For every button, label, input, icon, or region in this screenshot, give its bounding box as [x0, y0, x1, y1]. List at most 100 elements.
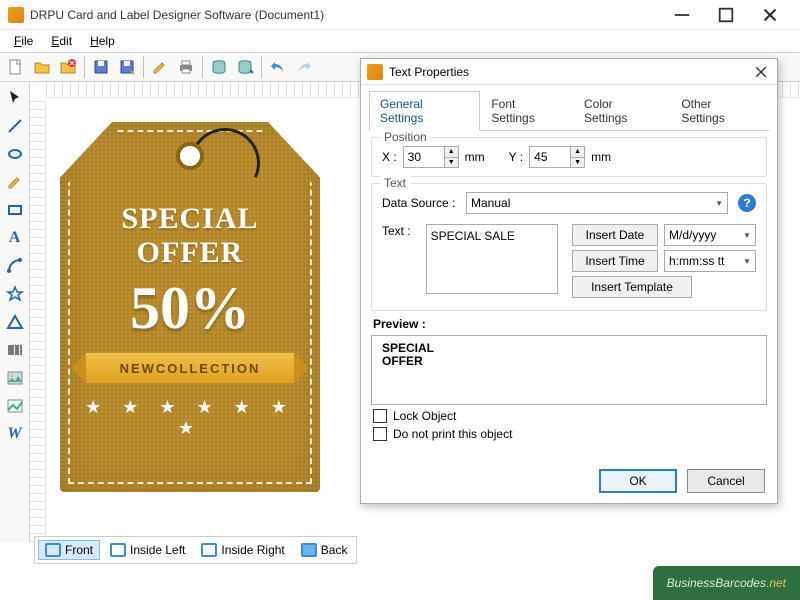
lock-object-checkbox[interactable] [373, 409, 387, 423]
dialog-title: Text Properties [389, 65, 751, 79]
y-down-icon[interactable]: ▼ [571, 158, 584, 168]
label-banner: NEWCOLLECTION [85, 353, 295, 383]
page-icon [301, 543, 317, 557]
redo-icon[interactable] [292, 55, 316, 79]
chevron-down-icon: ▼ [715, 199, 723, 208]
help-icon[interactable]: ? [738, 194, 756, 212]
image-tool-icon[interactable] [3, 366, 27, 390]
preview-line1: SPECIAL [382, 342, 756, 355]
titlebar: DRPU Card and Label Designer Software (D… [0, 0, 800, 30]
x-unit: mm [465, 150, 485, 164]
y-input[interactable] [530, 147, 570, 167]
cancel-button[interactable]: Cancel [687, 469, 765, 493]
y-label: Y : [509, 150, 523, 164]
insert-time-button[interactable]: Insert Time [572, 250, 658, 272]
page-tabs: Front Inside Left Inside Right Back [34, 536, 357, 564]
save-as-icon[interactable] [115, 55, 139, 79]
star-tool-icon[interactable] [3, 282, 27, 306]
watermark: BusinessBarcodes.net [653, 566, 800, 600]
page-tab-inside-left[interactable]: Inside Left [104, 541, 191, 559]
page-tab-back[interactable]: Back [295, 541, 354, 559]
close-button[interactable] [748, 1, 792, 29]
position-group-label: Position [380, 130, 431, 144]
barcode-tool-icon[interactable] [3, 338, 27, 362]
edit-icon[interactable] [148, 55, 172, 79]
text-group: Text Data Source : Manual ▼ ? Text : Ins… [371, 183, 767, 311]
tag-hole-graphic [176, 142, 204, 170]
date-format-select[interactable]: M/d/yyyy▼ [664, 224, 756, 246]
x-input[interactable] [404, 147, 444, 167]
page-tab-front[interactable]: Front [38, 540, 100, 560]
menubar: File Edit Help [0, 30, 800, 52]
watermark-brand: BusinessBarcodes [667, 576, 766, 590]
app-icon [8, 7, 24, 23]
rectangle-tool-icon[interactable] [3, 198, 27, 222]
position-group: Position X : ▲▼ mm Y : ▲▼ mm [371, 137, 767, 177]
x-up-icon[interactable]: ▲ [445, 147, 458, 158]
y-unit: mm [591, 150, 611, 164]
do-not-print-checkbox[interactable] [373, 427, 387, 441]
menu-edit[interactable]: Edit [43, 32, 80, 50]
undo-icon[interactable] [266, 55, 290, 79]
tab-general-settings[interactable]: General Settings [369, 91, 480, 131]
text-tool-icon[interactable]: A [3, 226, 27, 250]
data-source-value: Manual [471, 196, 510, 210]
x-down-icon[interactable]: ▼ [445, 158, 458, 168]
dialog-close-button[interactable] [751, 62, 771, 82]
label-percent: 50% [72, 274, 308, 343]
do-not-print-label: Do not print this object [393, 427, 512, 441]
dialog-icon [367, 64, 383, 80]
minimize-button[interactable] [660, 1, 704, 29]
lock-object-label: Lock Object [393, 409, 456, 423]
watermark-tld: .net [766, 576, 786, 590]
arc-tool-icon[interactable] [3, 254, 27, 278]
text-input[interactable] [426, 224, 558, 294]
y-spinner[interactable]: ▲▼ [529, 146, 585, 168]
close-file-icon[interactable] [56, 55, 80, 79]
preview-label: Preview : [373, 317, 765, 331]
y-up-icon[interactable]: ▲ [571, 147, 584, 158]
text-properties-dialog: Text Properties General Settings Font Se… [360, 58, 778, 504]
maximize-button[interactable] [704, 1, 748, 29]
dialog-tabs: General Settings Font Settings Color Set… [369, 91, 769, 131]
line-tool-icon[interactable] [3, 114, 27, 138]
menu-help[interactable]: Help [82, 32, 123, 50]
print-icon[interactable] [174, 55, 198, 79]
tab-font-settings[interactable]: Font Settings [480, 91, 573, 130]
time-format-select[interactable]: h:mm:ss tt▼ [664, 250, 756, 272]
save-icon[interactable] [89, 55, 113, 79]
data-source-label: Data Source : [382, 196, 460, 210]
x-spinner[interactable]: ▲▼ [403, 146, 459, 168]
pointer-tool-icon[interactable] [3, 86, 27, 110]
page-icon [110, 543, 126, 557]
wordart-tool-icon[interactable]: W [3, 422, 27, 446]
label-stars: ★ ★ ★ ★ ★ ★ ★ [72, 397, 308, 439]
preview-box: SPECIAL OFFER [371, 335, 767, 405]
dialog-titlebar[interactable]: Text Properties [361, 59, 777, 85]
insert-template-button[interactable]: Insert Template [572, 276, 692, 298]
insert-date-button[interactable]: Insert Date [572, 224, 658, 246]
vertical-ruler [30, 98, 46, 542]
label-text-line1: SPECIAL [72, 202, 308, 236]
open-icon[interactable] [30, 55, 54, 79]
ellipse-tool-icon[interactable] [3, 142, 27, 166]
menu-file[interactable]: File [6, 32, 41, 50]
page-icon [45, 543, 61, 557]
label-object[interactable]: SPECIAL OFFER 50% NEWCOLLECTION ★ ★ ★ ★ … [60, 122, 320, 492]
database-export-icon[interactable] [233, 55, 257, 79]
database-icon[interactable] [207, 55, 231, 79]
page-tab-inside-right[interactable]: Inside Right [195, 541, 290, 559]
chevron-down-icon: ▼ [743, 257, 751, 266]
tab-color-settings[interactable]: Color Settings [573, 91, 670, 130]
pencil-tool-icon[interactable] [3, 170, 27, 194]
chevron-down-icon: ▼ [743, 231, 751, 240]
picture-tool-icon[interactable] [3, 394, 27, 418]
tab-other-settings[interactable]: Other Settings [670, 91, 769, 130]
page-icon [201, 543, 217, 557]
ok-button[interactable]: OK [599, 469, 677, 493]
data-source-select[interactable]: Manual ▼ [466, 192, 728, 214]
new-icon[interactable] [4, 55, 28, 79]
window-title: DRPU Card and Label Designer Software (D… [30, 8, 660, 22]
label-text-line2: OFFER [72, 236, 308, 270]
triangle-tool-icon[interactable] [3, 310, 27, 334]
